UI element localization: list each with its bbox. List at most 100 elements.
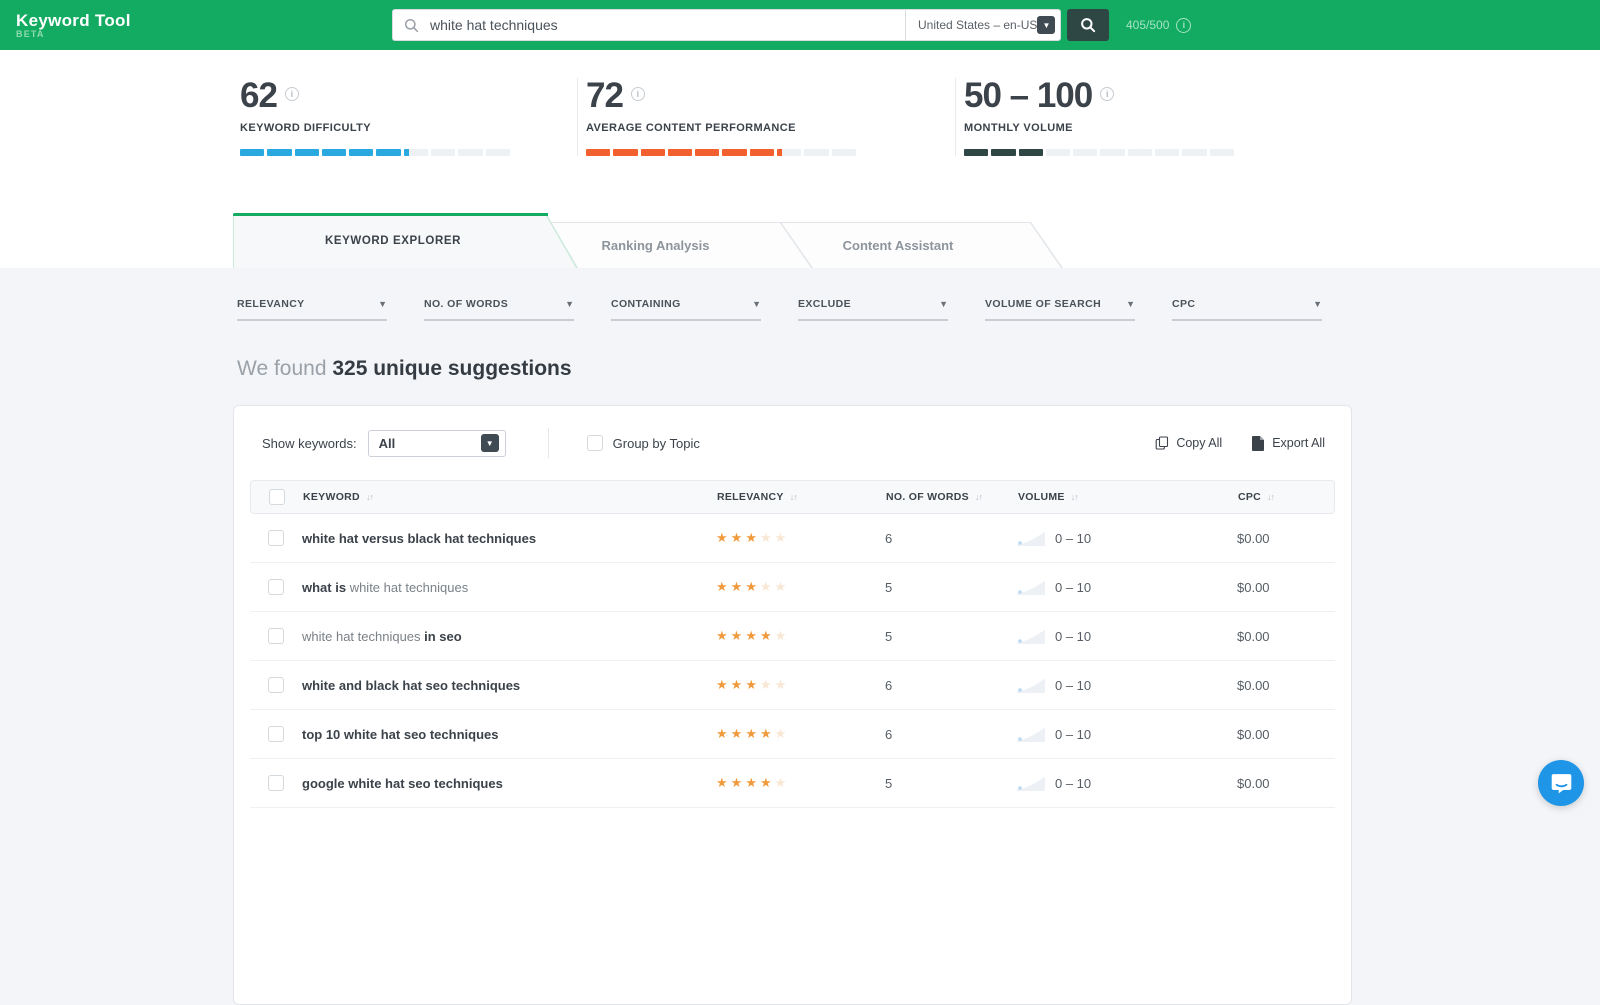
star-empty-icon: ★ xyxy=(775,628,790,643)
bar-segment xyxy=(722,149,746,156)
row-checkbox[interactable] xyxy=(268,775,284,791)
metric-card: 50 – 100 i MONTHLY VOLUME xyxy=(955,78,1315,156)
table-header-row: KEYWORD↓↑RELEVANCY↓↑NO. OF WORDS↓↑VOLUME… xyxy=(250,480,1335,514)
cpc-value: $0.00 xyxy=(1237,580,1344,595)
filter-exclude[interactable]: EXCLUDE ▼ xyxy=(798,298,948,321)
filter-label: VOLUME OF SEARCH xyxy=(985,298,1101,310)
relevancy-stars: ★★★★★ xyxy=(716,530,885,546)
star-filled-icon: ★ xyxy=(731,677,746,692)
relevancy-stars: ★★★★★ xyxy=(716,579,885,595)
row-checkbox[interactable] xyxy=(268,579,284,595)
sort-icon[interactable]: ↓↑ xyxy=(366,492,373,502)
row-checkbox[interactable] xyxy=(268,677,284,693)
metric-value: 50 – 100 xyxy=(964,78,1092,115)
chevron-down-icon: ▼ xyxy=(565,299,574,309)
tab-keyword-explorer[interactable]: KEYWORD EXPLORER xyxy=(233,213,578,268)
cpc-value: $0.00 xyxy=(1237,727,1344,742)
export-all-label: Export All xyxy=(1272,436,1325,450)
column-header-cpc[interactable]: CPC↓↑ xyxy=(1238,491,1334,503)
row-checkbox[interactable] xyxy=(268,726,284,742)
keyword-cell[interactable]: what is white hat techniques xyxy=(302,580,716,595)
group-by-topic-checkbox[interactable] xyxy=(587,435,603,451)
star-filled-icon: ★ xyxy=(731,775,746,790)
row-checkbox[interactable] xyxy=(268,628,284,644)
content-panel: RELEVANCY ▼ NO. OF WORDS ▼ CONTAINING ▼ … xyxy=(0,298,1600,1005)
bar-segment xyxy=(1155,149,1179,156)
results-card: Show keywords: All ▼ Group by Topic Copy… xyxy=(233,405,1352,1005)
word-count: 6 xyxy=(885,531,1017,546)
star-filled-icon: ★ xyxy=(716,628,731,643)
export-all-button[interactable]: Export All xyxy=(1252,436,1325,451)
star-filled-icon: ★ xyxy=(745,530,760,545)
sort-icon[interactable]: ↓↑ xyxy=(1071,492,1078,502)
filter-cpc[interactable]: CPC ▼ xyxy=(1172,298,1322,321)
search-icon xyxy=(404,18,419,33)
filter-no-of-words[interactable]: NO. OF WORDS ▼ xyxy=(424,298,574,321)
star-filled-icon: ★ xyxy=(745,579,760,594)
select-all-checkbox[interactable] xyxy=(269,489,285,505)
bar-segment xyxy=(1073,149,1097,156)
metric-progress-bar xyxy=(964,149,1234,156)
quota-info-icon[interactable]: i xyxy=(1176,18,1191,33)
bar-segment xyxy=(1046,149,1070,156)
region-caret-icon[interactable]: ▼ xyxy=(1037,16,1055,34)
column-header-keyword[interactable]: KEYWORD↓↑ xyxy=(303,491,717,503)
results-toolbar: Show keywords: All ▼ Group by Topic Copy… xyxy=(234,406,1351,474)
bar-segment xyxy=(295,149,319,156)
star-empty-icon: ★ xyxy=(775,579,790,594)
quota-value: 405/500 xyxy=(1126,18,1169,32)
bar-segment xyxy=(641,149,665,156)
export-icon xyxy=(1252,436,1265,451)
sort-icon[interactable]: ↓↑ xyxy=(790,492,797,502)
bar-segment xyxy=(777,149,801,156)
bar-segment xyxy=(1100,149,1124,156)
metric-info-icon[interactable]: i xyxy=(631,87,645,101)
word-count: 6 xyxy=(885,678,1017,693)
star-filled-icon: ★ xyxy=(760,628,775,643)
star-filled-icon: ★ xyxy=(731,579,746,594)
word-count: 6 xyxy=(885,727,1017,742)
volume-value: 0 – 10 xyxy=(1055,727,1091,742)
bar-segment xyxy=(586,149,610,156)
sort-icon[interactable]: ↓↑ xyxy=(1267,492,1274,502)
bar-segment xyxy=(240,149,264,156)
volume-cell: 0 – 10 xyxy=(1017,579,1237,595)
volume-sparkline-icon xyxy=(1017,677,1045,693)
filter-relevancy[interactable]: RELEVANCY ▼ xyxy=(237,298,387,321)
show-keywords-select[interactable]: All ▼ xyxy=(368,430,506,457)
metric-info-icon[interactable]: i xyxy=(285,87,299,101)
bar-segment xyxy=(376,149,400,156)
keyword-cell[interactable]: white hat techniques in seo xyxy=(302,629,716,644)
keyword-cell[interactable]: white hat versus black hat techniques xyxy=(302,531,716,546)
star-filled-icon: ★ xyxy=(716,677,731,692)
region-selector[interactable]: United States – en-US ▼ xyxy=(905,9,1061,41)
search-input[interactable] xyxy=(428,16,905,34)
chat-widget-button[interactable] xyxy=(1538,760,1584,806)
row-checkbox[interactable] xyxy=(268,530,284,546)
metrics-section: 62 i KEYWORD DIFFICULTY 72 i AVERAGE CON… xyxy=(0,50,1600,268)
search-box[interactable] xyxy=(392,9,905,41)
star-filled-icon: ★ xyxy=(716,530,731,545)
word-count: 5 xyxy=(885,580,1017,595)
filter-containing[interactable]: CONTAINING ▼ xyxy=(611,298,761,321)
search-button[interactable] xyxy=(1067,9,1109,41)
column-header-relevancy[interactable]: RELEVANCY↓↑ xyxy=(717,491,886,503)
star-empty-icon: ★ xyxy=(775,677,790,692)
copy-all-button[interactable]: Copy All xyxy=(1155,436,1222,451)
app-logo[interactable]: Keyword Tool BETA xyxy=(16,12,131,39)
star-filled-icon: ★ xyxy=(745,677,760,692)
table-row: google white hat seo techniques ★★★★★ 5 … xyxy=(250,759,1335,808)
sort-icon[interactable]: ↓↑ xyxy=(975,492,982,502)
keyword-cell[interactable]: white and black hat seo techniques xyxy=(302,678,716,693)
filter-label: EXCLUDE xyxy=(798,298,851,310)
keyword-cell[interactable]: google white hat seo techniques xyxy=(302,776,716,791)
column-header-no-of-words[interactable]: NO. OF WORDS↓↑ xyxy=(886,491,1018,503)
show-keywords-caret-icon[interactable]: ▼ xyxy=(481,434,499,452)
star-filled-icon: ★ xyxy=(745,726,760,741)
metric-info-icon[interactable]: i xyxy=(1100,87,1114,101)
star-empty-icon: ★ xyxy=(775,726,790,741)
column-header-volume[interactable]: VOLUME↓↑ xyxy=(1018,491,1238,503)
table-row: white hat techniques in seo ★★★★★ 5 0 – … xyxy=(250,612,1335,661)
keyword-cell[interactable]: top 10 white hat seo techniques xyxy=(302,727,716,742)
filter-volume-of-search[interactable]: VOLUME OF SEARCH ▼ xyxy=(985,298,1135,321)
